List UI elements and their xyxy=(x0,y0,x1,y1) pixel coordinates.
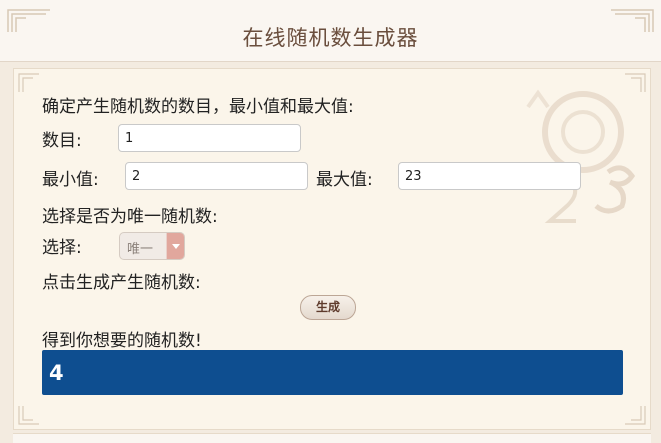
result-prompt: 得到你想要的随机数! xyxy=(42,331,202,351)
generate-prompt: 点击生成产生随机数: xyxy=(42,273,201,293)
page-title: 在线随机数生成器 xyxy=(242,26,419,50)
decorative-numbers-icon xyxy=(488,77,648,237)
header: 在线随机数生成器 xyxy=(0,0,661,62)
result-value: 4 xyxy=(49,361,64,385)
unique-prompt: 选择是否为唯一随机数: xyxy=(42,207,218,227)
count-input[interactable] xyxy=(118,124,301,152)
max-label: 最大值: xyxy=(316,170,373,190)
result-display: 4 xyxy=(42,350,623,395)
bottom-panel-edge xyxy=(13,433,651,443)
select-label: 选择: xyxy=(42,238,82,258)
corner-ornament-icon xyxy=(623,404,647,426)
select-value: 唯一 xyxy=(127,242,154,257)
count-label: 数目: xyxy=(42,131,82,151)
corner-ornament-icon xyxy=(17,72,41,94)
chevron-down-icon[interactable] xyxy=(166,233,184,259)
min-value-input[interactable] xyxy=(125,162,308,190)
intro-text: 确定产生随机数的数目，最小值和最大值: xyxy=(42,97,354,117)
min-label: 最小值: xyxy=(42,170,99,190)
page: 在线随机数生成器 确定产生随机数的数目，最小值和最大值: 数目: 最小值: xyxy=(0,0,661,443)
corner-ornament-icon xyxy=(17,404,41,426)
unique-select[interactable]: 唯一 xyxy=(119,232,185,260)
generate-button[interactable]: 生成 xyxy=(300,295,356,320)
max-value-input[interactable] xyxy=(398,162,581,190)
